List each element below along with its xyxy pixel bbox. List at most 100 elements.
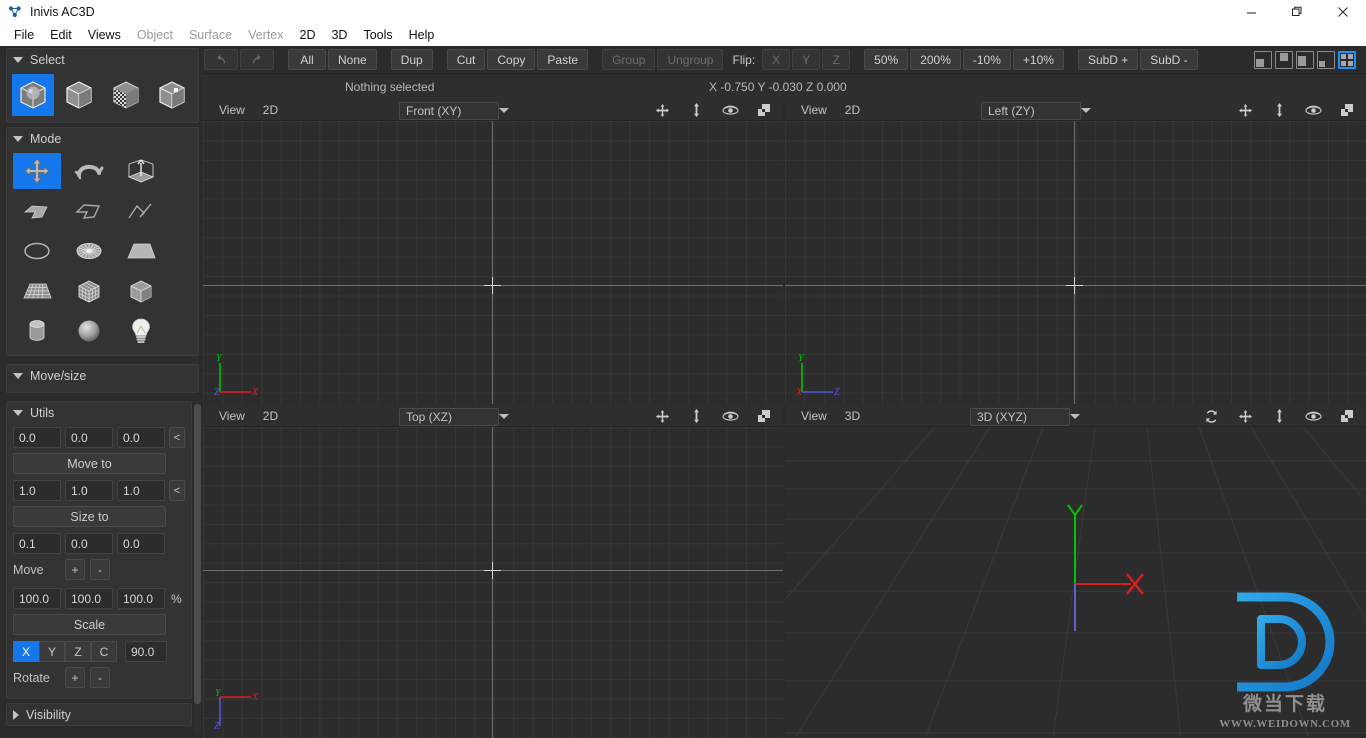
scale-y-input[interactable]: 100.0 (65, 588, 113, 609)
eye-icon[interactable] (1296, 99, 1330, 121)
eye-icon[interactable] (713, 405, 747, 427)
pan-icon[interactable] (1228, 99, 1262, 121)
mode-plane-button[interactable] (117, 233, 165, 269)
move-to-button[interactable]: Move to (13, 453, 166, 474)
maximize-icon[interactable] (1330, 405, 1364, 427)
select-all-button[interactable]: All (288, 49, 326, 70)
move-by-x-input[interactable]: 0.1 (13, 533, 61, 554)
redo-button[interactable] (240, 49, 274, 70)
size-to-x-input[interactable]: 1.0 (13, 480, 61, 501)
rotate-axis-c-button[interactable]: C (91, 641, 117, 662)
undo-button[interactable] (204, 49, 238, 70)
mode-mesh-button[interactable] (13, 273, 61, 309)
select-none-button[interactable]: None (328, 49, 377, 70)
sidebar-scrollbar-thumb[interactable] (194, 404, 201, 704)
subd-minus-button[interactable]: SubD - (1140, 49, 1198, 70)
cut-button[interactable]: Cut (446, 49, 486, 70)
pan-icon[interactable] (1228, 405, 1262, 427)
mode-polyline-button[interactable] (117, 193, 165, 229)
zoom-icon[interactable] (1262, 99, 1296, 121)
pan-icon[interactable] (645, 405, 679, 427)
size-to-pick-button[interactable]: < (169, 480, 185, 501)
move-minus-button[interactable]: - (90, 559, 110, 580)
zoom-200-button[interactable]: 200% (910, 49, 961, 70)
move-to-pick-button[interactable]: < (169, 427, 185, 448)
viewport-3d-canvas[interactable]: 微当下载 WWW.WEIDOWN.COM (785, 427, 1366, 738)
viewport-3d-projection-select[interactable]: 3D (XYZ) (970, 408, 1070, 426)
zoom-icon[interactable] (679, 405, 713, 427)
scale-x-input[interactable]: 100.0 (13, 588, 61, 609)
layout-single-top-left-icon[interactable] (1275, 50, 1293, 69)
rotate-plus-button[interactable]: + (65, 667, 85, 688)
chevron-down-icon[interactable] (1081, 108, 1091, 113)
visibility-panel-header[interactable]: Visibility (7, 704, 191, 725)
menu-edit[interactable]: Edit (42, 24, 80, 46)
close-button[interactable] (1320, 0, 1366, 24)
eye-icon[interactable] (713, 99, 747, 121)
select-object-button[interactable] (58, 74, 101, 116)
chevron-down-icon[interactable] (499, 108, 509, 113)
mode-extrude-button[interactable] (117, 153, 165, 189)
pan-icon[interactable] (645, 99, 679, 121)
viewport-top-canvas[interactable]: Y X Z (203, 427, 783, 738)
viewport-top-mode-label[interactable]: 2D (245, 409, 278, 423)
rotate-axis-y-button[interactable]: Y (39, 641, 65, 662)
minimize-button[interactable] (1228, 0, 1274, 24)
menu-3d[interactable]: 3D (323, 24, 355, 46)
viewport-3d-mode-label[interactable]: 3D (827, 409, 860, 423)
move-to-y-input[interactable]: 0.0 (65, 427, 113, 448)
mode-rotate-button[interactable] (65, 153, 113, 189)
mode-circle-button[interactable] (13, 233, 61, 269)
maximize-button[interactable] (1274, 0, 1320, 24)
size-to-y-input[interactable]: 1.0 (65, 480, 113, 501)
zoom-plus-10-button[interactable]: +10% (1012, 49, 1064, 70)
mode-sphere-button[interactable] (65, 313, 113, 349)
select-surface-button[interactable] (104, 74, 147, 116)
viewport-left-mode-label[interactable]: 2D (827, 103, 860, 117)
mode-move-button[interactable] (13, 153, 61, 189)
move-to-x-input[interactable]: 0.0 (13, 427, 61, 448)
size-to-z-input[interactable]: 1.0 (117, 480, 165, 501)
mode-polygon-button[interactable] (13, 193, 61, 229)
menu-file[interactable]: File (6, 24, 42, 46)
utils-panel-header[interactable]: Utils (7, 402, 191, 423)
zoom-icon[interactable] (679, 99, 713, 121)
viewport-left-projection-select[interactable]: Left (ZY) (981, 102, 1081, 120)
eye-icon[interactable] (1296, 405, 1330, 427)
select-panel-header[interactable]: Select (7, 49, 198, 70)
movesize-panel-header[interactable]: Move/size (7, 365, 198, 386)
move-by-z-input[interactable]: 0.0 (117, 533, 165, 554)
subd-plus-button[interactable]: SubD + (1077, 49, 1139, 70)
menu-2d[interactable]: 2D (292, 24, 324, 46)
maximize-icon[interactable] (747, 405, 781, 427)
viewport-front-canvas[interactable]: Y X Z (203, 121, 783, 404)
menu-views[interactable]: Views (80, 24, 129, 46)
maximize-icon[interactable] (747, 99, 781, 121)
size-to-button[interactable]: Size to (13, 506, 166, 527)
mode-cylinder-button[interactable] (13, 313, 61, 349)
select-group-button[interactable] (12, 74, 55, 116)
maximize-icon[interactable] (1330, 99, 1364, 121)
layout-left-split-icon[interactable] (1296, 50, 1314, 69)
mode-subdiv-cube-button[interactable] (65, 273, 113, 309)
move-to-z-input[interactable]: 0.0 (117, 427, 165, 448)
viewport-front-mode-label[interactable]: 2D (245, 103, 278, 117)
refresh-icon[interactable] (1194, 405, 1228, 427)
select-vertex-button[interactable] (150, 74, 193, 116)
move-by-y-input[interactable]: 0.0 (65, 533, 113, 554)
menu-help[interactable]: Help (401, 24, 443, 46)
duplicate-button[interactable]: Dup (390, 49, 433, 70)
move-plus-button[interactable]: + (65, 559, 85, 580)
chevron-down-icon[interactable] (1070, 414, 1080, 419)
mode-panel-header[interactable]: Mode (7, 128, 198, 149)
menu-tools[interactable]: Tools (355, 24, 400, 46)
rotate-minus-button[interactable]: - (90, 667, 110, 688)
mode-light-button[interactable] (117, 313, 165, 349)
scale-button[interactable]: Scale (13, 614, 166, 635)
viewport-top-projection-select[interactable]: Top (XZ) (399, 408, 499, 426)
zoom-icon[interactable] (1262, 405, 1296, 427)
mode-disc-button[interactable] (65, 233, 113, 269)
mode-line-button[interactable] (65, 193, 113, 229)
rotate-angle-input[interactable]: 90.0 (125, 641, 167, 662)
chevron-down-icon[interactable] (499, 414, 509, 419)
